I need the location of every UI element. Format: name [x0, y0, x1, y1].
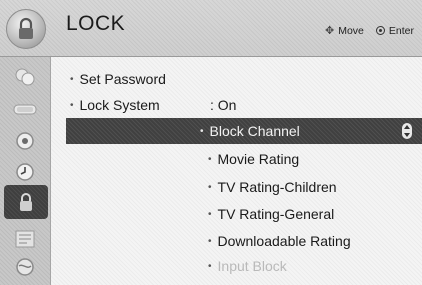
bullet-icon: • [70, 100, 74, 111]
header-bar: LOCK ✥ Move Enter [0, 0, 422, 57]
menu-item-downloadable-rating[interactable]: • Downloadable Rating [208, 228, 351, 254]
bullet-icon: • [208, 261, 212, 272]
tv-rating-children-label: TV Rating-Children [217, 179, 337, 195]
sidebar-item-audio[interactable] [8, 95, 42, 123]
setup-icon [16, 132, 34, 150]
audio-icon [13, 104, 37, 115]
sidebar-item-option[interactable] [8, 225, 42, 253]
enter-hint-label: Enter [388, 24, 414, 37]
clock-icon [16, 163, 34, 181]
menu-item-block-channel[interactable]: • Block Channel [66, 118, 422, 144]
move-hint: ✥ Move [324, 24, 364, 38]
lock-system-value: : On [210, 97, 237, 113]
lock-menu-icon [6, 9, 46, 49]
bullet-icon: • [208, 154, 212, 165]
sidebar-item-picture[interactable] [8, 63, 42, 91]
sidebar-item-network[interactable] [8, 253, 42, 281]
menu-item-tv-rating-children[interactable]: • TV Rating-Children [208, 174, 337, 200]
menu-item-input-block[interactable]: • Input Block [208, 256, 287, 276]
lock-system-label: Lock System [79, 97, 160, 113]
up-down-arrows-icon[interactable] [402, 123, 412, 139]
globe-icon [16, 258, 34, 276]
enter-hint: Enter [375, 24, 414, 37]
bullet-icon: • [200, 126, 204, 137]
block-channel-label: Block Channel [209, 123, 300, 139]
movie-rating-label: Movie Rating [217, 151, 300, 167]
move-arrows-icon: ✥ [324, 25, 335, 37]
move-hint-label: Move [338, 24, 364, 37]
menu-item-lock-system[interactable]: • Lock System [70, 92, 160, 118]
menu-item-movie-rating[interactable]: • Movie Rating [208, 146, 299, 172]
picture-icon [15, 68, 35, 86]
set-password-label: Set Password [79, 71, 166, 87]
lock-icon [20, 193, 32, 211]
enter-button-icon [375, 26, 385, 35]
sidebar-item-setup[interactable] [8, 127, 42, 155]
sidebar-item-time[interactable] [8, 158, 42, 186]
menu-item-tv-rating-general[interactable]: • TV Rating-General [208, 201, 334, 227]
tv-menu-screen: LOCK ✥ Move Enter • Set Password • Lock … [0, 0, 422, 285]
bullet-icon: • [70, 74, 74, 85]
bullet-icon: • [208, 182, 212, 193]
input-block-label: Input Block [217, 258, 287, 274]
tv-rating-general-label: TV Rating-General [217, 206, 335, 222]
sidebar-item-lock[interactable] [4, 185, 48, 219]
downloadable-rating-label: Downloadable Rating [217, 233, 351, 249]
sidebar [0, 57, 51, 285]
page-title: LOCK [66, 12, 126, 35]
menu-item-set-password[interactable]: • Set Password [70, 66, 166, 92]
bullet-icon: • [208, 236, 212, 247]
navigation-hints: ✥ Move Enter [324, 24, 414, 38]
bullet-icon: • [208, 209, 212, 220]
option-icon [15, 230, 35, 248]
